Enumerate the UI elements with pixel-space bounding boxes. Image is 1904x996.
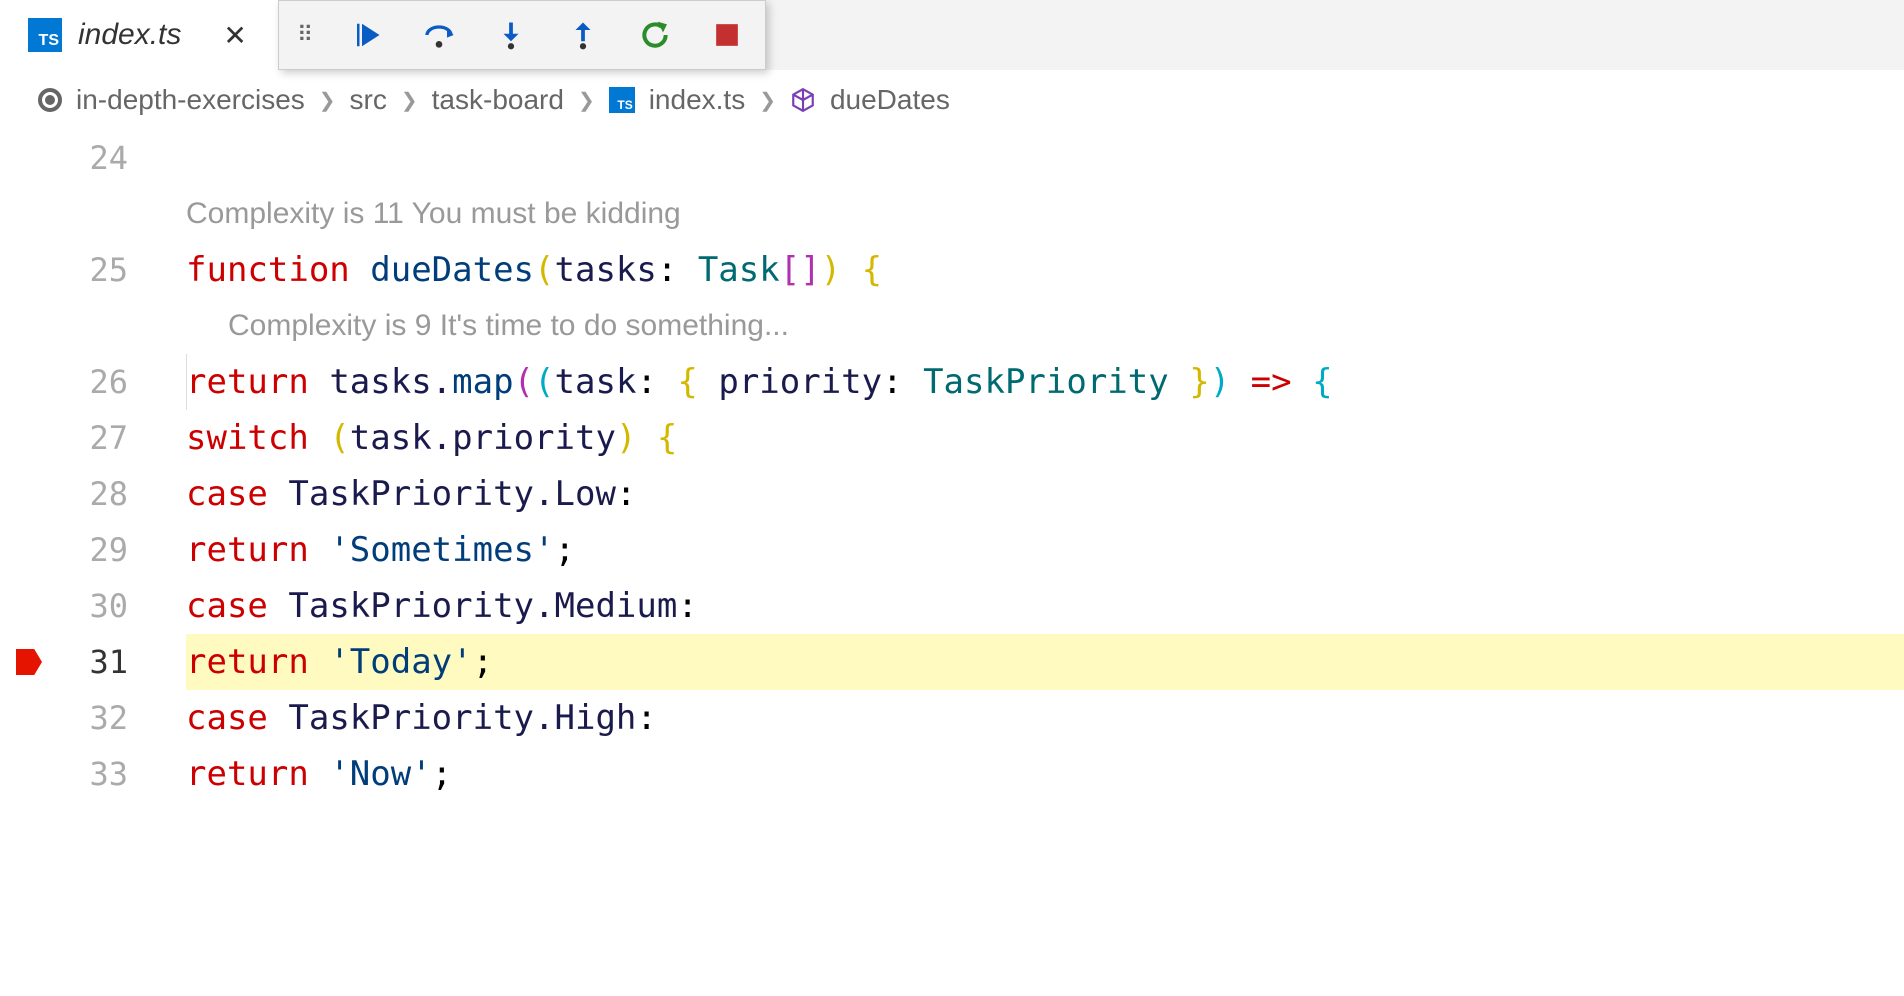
line-number: 30 [89, 578, 128, 634]
line-number: 27 [89, 410, 128, 466]
code-line[interactable]: return tasks.map((task: { priority: Task… [186, 354, 1904, 410]
step-into-button[interactable] [491, 15, 531, 55]
breakpoint-icon[interactable] [16, 649, 42, 675]
code-line[interactable] [186, 130, 1904, 186]
code-line[interactable]: case TaskPriority.High: [186, 690, 1904, 746]
line-number: 31 [89, 634, 128, 690]
breadcrumb-item[interactable]: src [350, 84, 387, 116]
code-line[interactable]: return 'Sometimes'; [186, 522, 1904, 578]
debug-toolbar: ⠿ [278, 0, 766, 70]
tab-bar: TS index.ts ✕ ⠿ [0, 0, 1904, 70]
chevron-right-icon: ❯ [759, 88, 776, 113]
chevron-right-icon: ❯ [578, 88, 595, 113]
editor-tab[interactable]: TS index.ts ✕ [0, 0, 283, 70]
code-line-current[interactable]: return 'Today'; [186, 634, 1904, 690]
tab-title: index.ts [78, 18, 181, 52]
chevron-right-icon: ❯ [319, 88, 336, 113]
restart-button[interactable] [635, 15, 675, 55]
codelens-hint[interactable]: Complexity is 11 You must be kidding [186, 186, 1904, 242]
step-out-button[interactable] [563, 15, 603, 55]
typescript-icon: TS [609, 87, 635, 113]
gutter: 24 25 26 27 28 29 30 31 32 33 [0, 130, 186, 802]
line-number: 28 [89, 466, 128, 522]
stop-button[interactable] [707, 15, 747, 55]
breadcrumb-item[interactable]: task-board [432, 84, 564, 116]
code-line[interactable]: case TaskPriority.Medium: [186, 578, 1904, 634]
breadcrumb: in-depth-exercises ❯ src ❯ task-board ❯ … [0, 70, 1904, 130]
step-over-button[interactable] [419, 15, 459, 55]
symbol-icon [790, 87, 816, 113]
line-number: 29 [89, 522, 128, 578]
line-number: 32 [89, 690, 128, 746]
code-line[interactable]: return 'Now'; [186, 746, 1904, 802]
chevron-right-icon: ❯ [401, 88, 418, 113]
line-number: 25 [89, 242, 128, 298]
breadcrumb-item[interactable]: dueDates [830, 84, 950, 116]
drag-handle-icon[interactable]: ⠿ [297, 30, 315, 40]
breadcrumb-item[interactable]: index.ts [649, 84, 746, 116]
target-icon [38, 88, 62, 112]
line-number: 26 [89, 354, 128, 410]
code-line[interactable]: case TaskPriority.Low: [186, 466, 1904, 522]
codelens-hint[interactable]: Complexity is 9 It's time to do somethin… [186, 298, 1904, 354]
line-number: 33 [89, 746, 128, 802]
code-line[interactable]: switch (task.priority) { [186, 410, 1904, 466]
code-content[interactable]: Complexity is 11 You must be kidding fun… [186, 130, 1904, 802]
typescript-icon: TS [28, 18, 62, 52]
continue-button[interactable] [347, 15, 387, 55]
breadcrumb-item[interactable]: in-depth-exercises [76, 84, 305, 116]
close-icon[interactable]: ✕ [217, 13, 252, 58]
code-line[interactable]: function dueDates(tasks: Task[]) { [186, 242, 1904, 298]
code-editor[interactable]: 24 25 26 27 28 29 30 31 32 33 Complexity… [0, 130, 1904, 802]
line-number: 24 [89, 130, 128, 186]
